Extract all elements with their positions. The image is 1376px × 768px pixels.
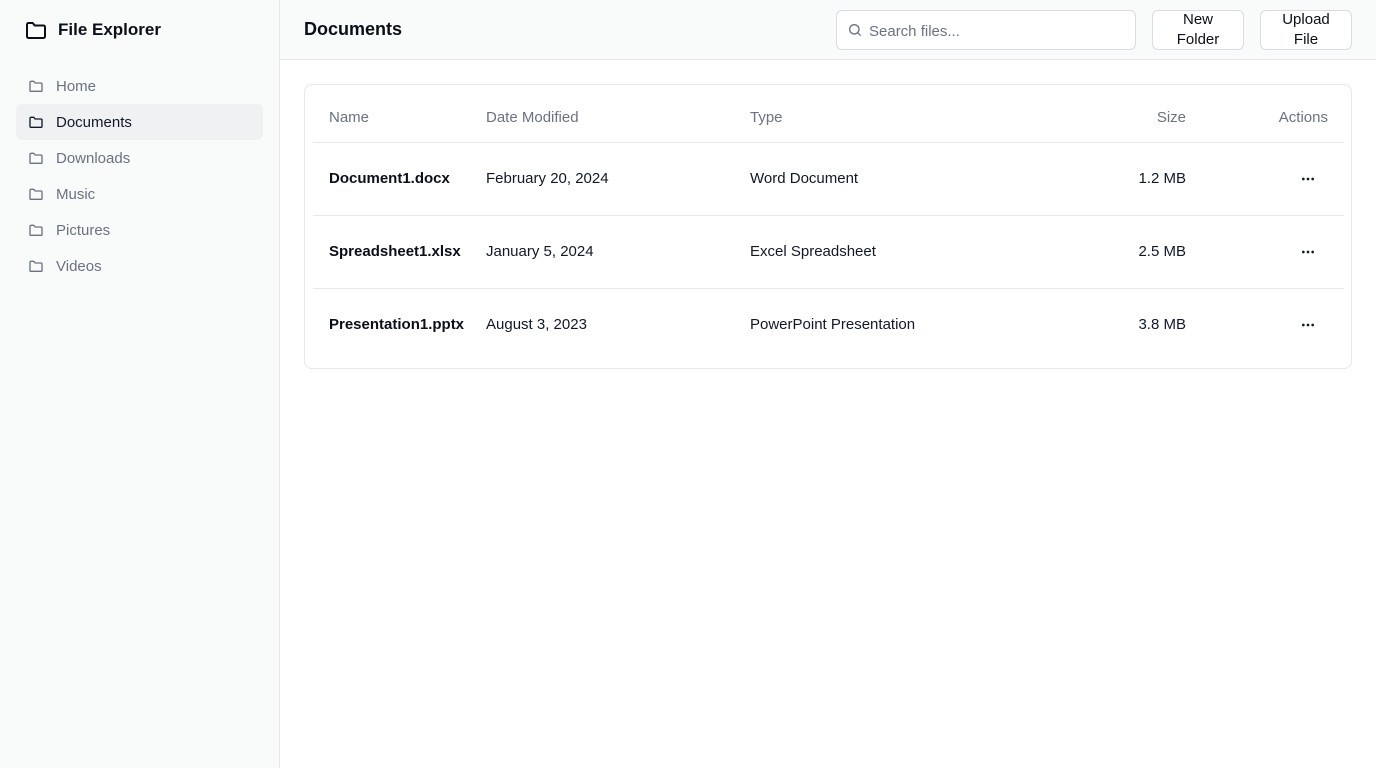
row-actions: [1186, 142, 1344, 215]
sidebar-nav: Home Documents Downloads Music Pictures …: [16, 68, 263, 284]
file-name[interactable]: Spreadsheet1.xlsx: [313, 215, 486, 288]
sidebar-item-music[interactable]: Music: [16, 176, 263, 212]
sidebar-item-label: Videos: [56, 257, 102, 275]
more-horizontal-icon: [1302, 177, 1314, 180]
folder-icon: [29, 80, 43, 92]
more-horizontal-icon: [1302, 323, 1314, 327]
folder-icon: [26, 22, 46, 39]
search-input[interactable]: [869, 19, 1124, 43]
file-type: PowerPoint Presentation: [750, 316, 916, 334]
top-header: Documents New Folder Upload File: [280, 0, 1376, 60]
sidebar-item-documents[interactable]: Documents: [16, 104, 263, 140]
files-card: Name Date Modified Type Size Actions Doc…: [304, 84, 1352, 369]
sidebar-item-videos[interactable]: Videos: [16, 248, 263, 284]
row-actions: [1186, 215, 1344, 288]
file-type: Word Document: [750, 170, 859, 187]
sidebar-item-label: Downloads: [56, 149, 131, 167]
app-title: File Explorer: [58, 20, 161, 39]
column-header-date[interactable]: Date Modified: [486, 85, 750, 143]
table-row[interactable]: Presentation1.pptx August 3, 2023 PowerP…: [313, 288, 1344, 361]
file-size: 2.5 MB: [1138, 243, 1186, 260]
table-header-row: Name Date Modified Type Size Actions: [313, 85, 1344, 143]
file-size: 3.8 MB: [1138, 316, 1186, 334]
search-box: [836, 10, 1136, 50]
file-size: 1.2 MB: [1138, 170, 1186, 187]
column-header-actions: Actions: [1186, 85, 1344, 143]
file-date: January 5, 2024: [486, 243, 594, 260]
folder-icon: [29, 224, 43, 236]
sidebar-item-pictures[interactable]: Pictures: [16, 212, 263, 248]
page-title: Documents: [304, 19, 403, 39]
sidebar-item-label: Home: [56, 77, 97, 95]
file-name[interactable]: Presentation1.pptx: [313, 288, 486, 361]
folder-icon: [29, 260, 43, 272]
file-date: August 3, 2023: [486, 316, 587, 334]
sidebar-item-downloads[interactable]: Downloads: [16, 140, 263, 176]
folder-icon: [29, 188, 43, 200]
row-actions: [1186, 288, 1344, 361]
column-header-name[interactable]: Name: [313, 85, 486, 143]
sidebar-item-label: Music: [56, 185, 96, 203]
new-folder-button[interactable]: New Folder: [1152, 10, 1244, 50]
table-row[interactable]: Document1.docx February 20, 2024 Word Do…: [313, 142, 1344, 215]
folder-icon: [29, 116, 43, 128]
table-row[interactable]: Spreadsheet1.xlsx January 5, 2024 Excel …: [313, 215, 1344, 288]
sidebar-item-label: Pictures: [56, 221, 111, 239]
folder-icon: [29, 152, 43, 164]
column-header-size[interactable]: Size: [1036, 85, 1186, 143]
more-horizontal-icon: [1302, 250, 1314, 253]
more-actions-button[interactable]: [1292, 163, 1324, 195]
files-table: Name Date Modified Type Size Actions Doc…: [313, 85, 1344, 361]
sidebar-item-home[interactable]: Home: [16, 68, 263, 104]
file-type: Excel Spreadsheet: [750, 243, 876, 260]
more-actions-button[interactable]: [1292, 236, 1324, 268]
upload-file-button[interactable]: Upload File: [1260, 10, 1352, 50]
app-brand: File Explorer: [24, 18, 161, 42]
file-date: February 20, 2024: [486, 170, 609, 187]
more-actions-button[interactable]: [1292, 309, 1324, 341]
file-name[interactable]: Document1.docx: [313, 142, 486, 215]
column-header-type[interactable]: Type: [750, 85, 1036, 143]
sidebar-item-label: Documents: [56, 113, 132, 131]
search-icon: [849, 24, 861, 36]
sidebar: File Explorer Home Documents Downloads M…: [0, 0, 280, 768]
